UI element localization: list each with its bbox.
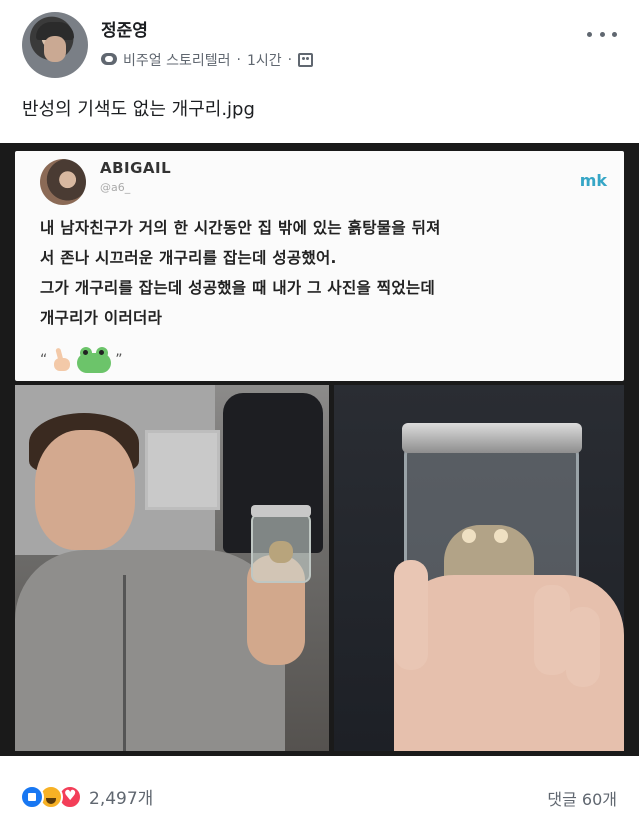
- tweet-emoji-quote: “ ”: [40, 347, 123, 373]
- tweet-line: 그가 개구리를 잡는데 성공했을 때 내가 그 사진을 찍었는데: [40, 279, 436, 297]
- tweet-line: 서 존나 시끄러운 개구리를 잡는데 성공했어.: [40, 249, 337, 267]
- photo-hoodie-zip: [123, 575, 126, 751]
- photo-hoodie: [15, 550, 285, 751]
- photo-frog-eye: [462, 529, 476, 543]
- author-name[interactable]: 정준영: [101, 16, 148, 41]
- frog-face-icon: [77, 347, 112, 373]
- open-quote: “: [40, 352, 48, 368]
- photo-window: [145, 430, 220, 510]
- friends-audience-icon[interactable]: [298, 53, 314, 67]
- photo-jar-lid: [402, 423, 582, 453]
- photo-finger: [566, 607, 600, 687]
- post-footer: 2,497개 댓글 60개: [0, 760, 639, 817]
- reaction-count: 2,497개: [89, 789, 154, 809]
- photo-frog-closeup: [334, 385, 624, 751]
- photo-man-holding-jar: [15, 385, 329, 751]
- tweet-screenshot: ABIGAIL @a6_ mk 내 남자친구가 거의 한 시간동안 집 밖에 있…: [15, 151, 624, 381]
- like-icon: [20, 784, 44, 809]
- post-header: 정준영 비주얼 스토리텔러 · 1시간 ·: [0, 0, 639, 80]
- post-caption: 반성의 기색도 없는 개구리.jpg: [22, 99, 255, 120]
- tweet-author-name: ABIGAIL: [100, 159, 172, 177]
- reaction-summary[interactable]: 2,497개: [20, 784, 153, 809]
- tweet-line: 내 남자친구가 거의 한 시간동안 집 밖에 있는 흙탕물을 뒤져: [40, 219, 441, 237]
- photo-jar-small: [251, 505, 311, 583]
- photo-finger: [394, 560, 428, 670]
- tweet-author-handle: @a6_: [100, 181, 131, 194]
- more-dot-icon: [587, 31, 592, 37]
- peace-hand-icon: [51, 348, 73, 372]
- more-dot-icon: [612, 31, 617, 37]
- close-quote: ”: [115, 352, 123, 368]
- meta-separator-2: ·: [287, 52, 293, 68]
- post-image[interactable]: ABIGAIL @a6_ mk 내 남자친구가 거의 한 시간동안 집 밖에 있…: [0, 143, 639, 756]
- post-time[interactable]: 1시간: [247, 50, 282, 70]
- photo-face: [35, 430, 135, 550]
- more-dot-icon: [599, 31, 605, 37]
- tweet-avatar: [40, 159, 86, 205]
- comment-count-link[interactable]: 댓글 60개: [547, 786, 617, 810]
- tweet-text: 내 남자친구가 거의 한 시간동안 집 밖에 있는 흙탕물을 뒤져 서 존나 시…: [40, 213, 610, 333]
- meta-separator: ·: [236, 52, 241, 68]
- author-avatar[interactable]: [22, 12, 88, 78]
- more-options-button[interactable]: [587, 24, 617, 44]
- post-meta: 비주얼 스토리텔러 · 1시간 ·: [101, 50, 314, 70]
- author-badge[interactable]: 비주얼 스토리텔러: [123, 50, 231, 70]
- visual-storyteller-icon: [101, 53, 119, 67]
- photo-frog-eye: [494, 529, 508, 543]
- photo-finger: [534, 585, 570, 675]
- tweet-line: 개구리가 이러더라: [40, 309, 163, 327]
- source-watermark: mk: [579, 171, 607, 190]
- avatar-face: [44, 36, 66, 62]
